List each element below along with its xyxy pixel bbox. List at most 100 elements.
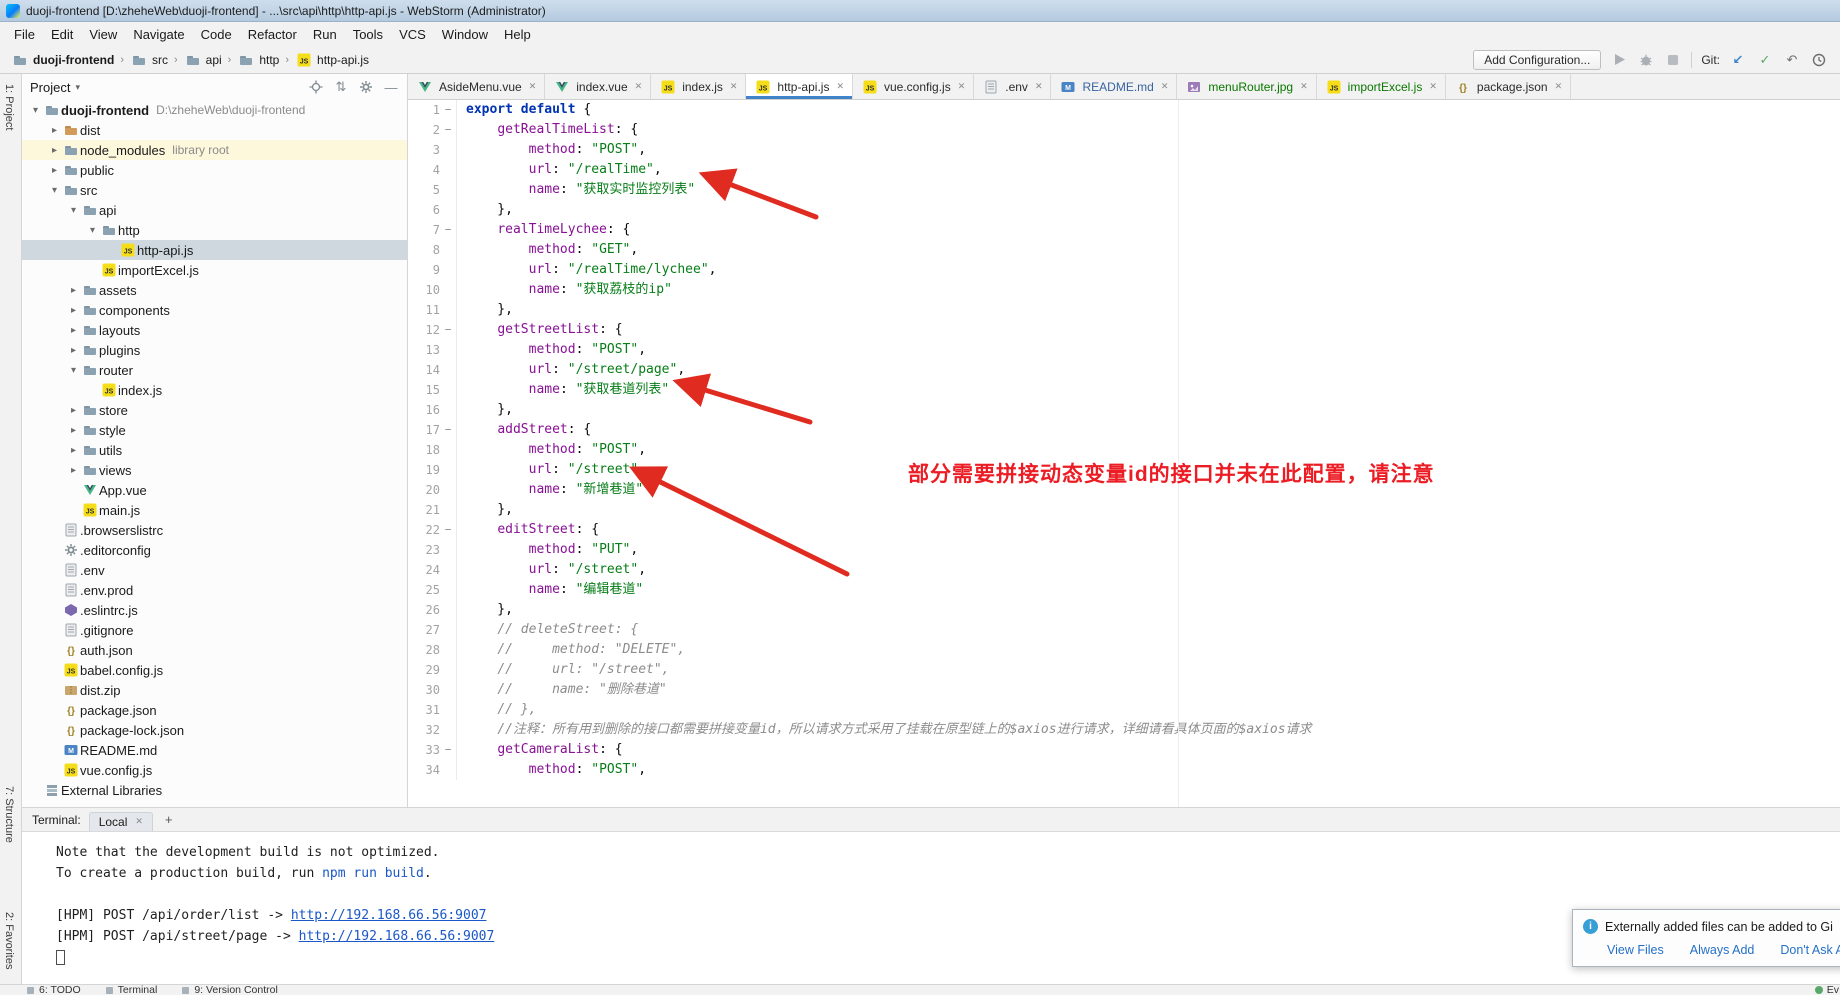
fold-marker[interactable]: − (440, 220, 457, 240)
tab-vue-config-js[interactable]: JSvue.config.js✕ (853, 74, 974, 99)
fold-marker[interactable] (440, 280, 457, 300)
tree-item-utils[interactable]: ▸utils (22, 440, 407, 460)
tree-item-package-lock-json[interactable]: {}package-lock.json (22, 720, 407, 740)
tree-item-store[interactable]: ▸store (22, 400, 407, 420)
breadcrumb-item-src[interactable]: src (127, 51, 171, 69)
tab-menurouter-jpg[interactable]: menuRouter.jpg✕ (1177, 74, 1316, 99)
tree-item-components[interactable]: ▸components (22, 300, 407, 320)
stop-icon[interactable] (1664, 51, 1682, 69)
structure-toolwindow-button[interactable]: 7: Structure (3, 786, 15, 843)
toolwindow-button-9-version-control[interactable]: 9: Version Control (181, 984, 277, 995)
notification-action-view-files[interactable]: View Files (1607, 943, 1664, 957)
tab-readme-md[interactable]: MREADME.md✕ (1051, 74, 1177, 99)
fold-marker[interactable] (440, 360, 457, 380)
fold-marker[interactable] (440, 680, 457, 700)
line-number[interactable]: 31 (408, 700, 440, 720)
tree-item-readme-md[interactable]: MREADME.md (22, 740, 407, 760)
line-number[interactable]: 20 (408, 480, 440, 500)
line-number[interactable]: 26 (408, 600, 440, 620)
run-icon[interactable] (1610, 51, 1628, 69)
menu-item-edit[interactable]: Edit (43, 24, 81, 45)
tree-item-env[interactable]: .env (22, 560, 407, 580)
tree-item-views[interactable]: ▸views (22, 460, 407, 480)
tab-close-icon[interactable]: ✕ (836, 81, 844, 92)
fold-marker[interactable] (440, 300, 457, 320)
tree-item-duoji-frontend[interactable]: ▾duoji-frontendD:\zheheWeb\duoji-fronten… (22, 100, 407, 120)
line-number[interactable]: 14 (408, 360, 440, 380)
tab-http-api-js[interactable]: JShttp-api.js✕ (746, 74, 853, 99)
tree-item-http[interactable]: ▾http (22, 220, 407, 240)
fold-marker[interactable] (440, 180, 457, 200)
line-number[interactable]: 32 (408, 720, 440, 740)
terminal-link[interactable]: http://192.168.66.56:9007 (291, 908, 487, 923)
line-number[interactable]: 11 (408, 300, 440, 320)
tree-item-api[interactable]: ▾api (22, 200, 407, 220)
tree-item-dist[interactable]: ▸dist (22, 120, 407, 140)
tab-package-json[interactable]: {}package.json✕ (1446, 74, 1571, 99)
tab-close-icon[interactable]: ✕ (635, 81, 643, 92)
tree-item-package-json[interactable]: {}package.json (22, 700, 407, 720)
notification-action-always-add[interactable]: Always Add (1690, 943, 1755, 957)
debug-icon[interactable] (1637, 51, 1655, 69)
line-number[interactable]: 6 (408, 200, 440, 220)
fold-marker[interactable] (440, 760, 457, 780)
fold-marker[interactable] (440, 460, 457, 480)
menu-item-code[interactable]: Code (193, 24, 240, 45)
fold-marker[interactable]: − (440, 320, 457, 340)
fold-marker[interactable]: − (440, 740, 457, 760)
terminal-link[interactable]: http://192.168.66.56:9007 (299, 929, 495, 944)
line-number[interactable]: 25 (408, 580, 440, 600)
tree-item-src[interactable]: ▾src (22, 180, 407, 200)
tree-item-editorconfig[interactable]: .editorconfig (22, 540, 407, 560)
tree-item-style[interactable]: ▸style (22, 420, 407, 440)
project-toolwindow-button[interactable]: 1: Project (3, 84, 15, 130)
tree-item-plugins[interactable]: ▸plugins (22, 340, 407, 360)
vcs-commit-icon[interactable]: ✓ (1756, 51, 1774, 69)
fold-marker[interactable] (440, 620, 457, 640)
tree-item-eslintrc-js[interactable]: .eslintrc.js (22, 600, 407, 620)
menu-item-window[interactable]: Window (434, 24, 496, 45)
line-number[interactable]: 27 (408, 620, 440, 640)
tree-item-gitignore[interactable]: .gitignore (22, 620, 407, 640)
tab-env[interactable]: .env✕ (974, 74, 1051, 99)
breadcrumb-item-duoji-frontend[interactable]: duoji-frontend (8, 51, 117, 69)
tree-item-http-api-js[interactable]: JShttp-api.js (22, 240, 407, 260)
menu-item-run[interactable]: Run (305, 24, 345, 45)
tree-item-main-js[interactable]: JSmain.js (22, 500, 407, 520)
tree-item-dist-zip[interactable]: dist.zip (22, 680, 407, 700)
chevron-down-icon[interactable]: ▾ (75, 82, 80, 93)
fold-marker[interactable] (440, 400, 457, 420)
line-number[interactable]: 10 (408, 280, 440, 300)
tab-close-icon[interactable]: ✕ (958, 81, 966, 92)
line-number[interactable]: 7 (408, 220, 440, 240)
vcs-history-icon[interactable] (1810, 51, 1828, 69)
line-number[interactable]: 18 (408, 440, 440, 460)
editor[interactable]: 1−export default {2− getRealTimeList: {3… (408, 100, 1840, 807)
tab-asidemenu-vue[interactable]: AsideMenu.vue✕ (408, 74, 545, 99)
line-number[interactable]: 13 (408, 340, 440, 360)
vcs-rollback-icon[interactable]: ↶ (1783, 51, 1801, 69)
tree-item-public[interactable]: ▸public (22, 160, 407, 180)
fold-marker[interactable] (440, 440, 457, 460)
fold-marker[interactable] (440, 580, 457, 600)
tab-close-icon[interactable]: ✕ (1555, 81, 1563, 92)
notification-popup[interactable]: i Externally added files can be added to… (1572, 909, 1840, 967)
tree-item-env-prod[interactable]: .env.prod (22, 580, 407, 600)
tab-close-icon[interactable]: ✕ (1035, 81, 1043, 92)
fold-marker[interactable] (440, 480, 457, 500)
tree-item-index-js[interactable]: JSindex.js (22, 380, 407, 400)
line-number[interactable]: 34 (408, 760, 440, 780)
terminal-tab-close-icon[interactable]: ✕ (135, 816, 143, 827)
line-number[interactable]: 12 (408, 320, 440, 340)
tab-close-icon[interactable]: ✕ (1429, 81, 1437, 92)
fold-marker[interactable] (440, 380, 457, 400)
toolwindow-button-6-todo[interactable]: 6: TODO (26, 984, 81, 995)
tab-close-icon[interactable]: ✕ (1300, 81, 1308, 92)
fold-marker[interactable] (440, 340, 457, 360)
hide-panel-icon[interactable]: — (383, 79, 399, 95)
tree-item-node-modules[interactable]: ▸node_moduleslibrary root (22, 140, 407, 160)
tab-close-icon[interactable]: ✕ (529, 81, 537, 92)
tab-importexcel-js[interactable]: JSimportExcel.js✕ (1317, 74, 1446, 99)
menu-item-view[interactable]: View (81, 24, 125, 45)
menu-item-tools[interactable]: Tools (345, 24, 391, 45)
